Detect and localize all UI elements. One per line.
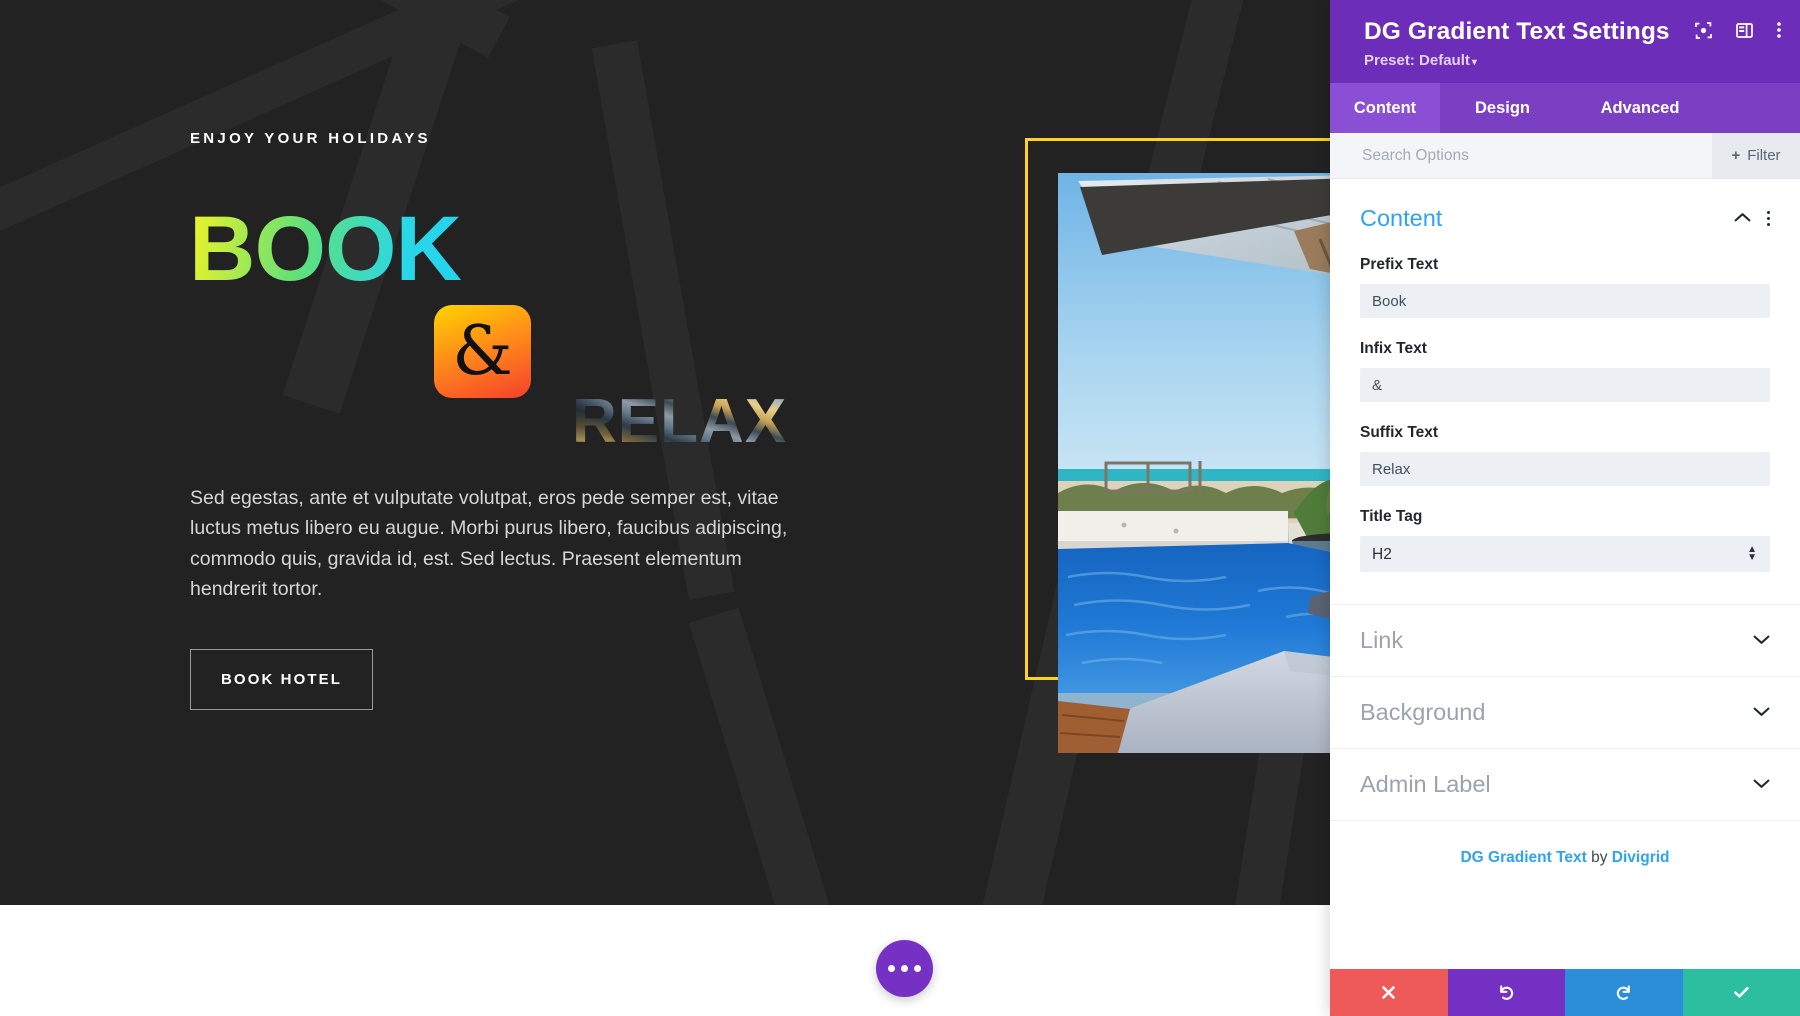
- more-vertical-icon[interactable]: [1767, 211, 1770, 226]
- tab-content[interactable]: Content: [1330, 83, 1440, 133]
- field-infix-text: Infix Text: [1360, 340, 1770, 402]
- search-row: + Filter: [1330, 133, 1800, 179]
- section-background[interactable]: Background: [1330, 676, 1800, 748]
- prefix-text-input[interactable]: [1360, 284, 1770, 318]
- title-tag-select-wrap: H1H2H3H4H5H6 ▲▼: [1360, 536, 1770, 572]
- ellipsis-icon[interactable]: [876, 940, 933, 997]
- focus-target-icon[interactable]: [1694, 21, 1713, 40]
- app-root: ENJOY YOUR HOLIDAYS BOOK & RELAX Sed ege…: [0, 0, 1800, 1016]
- field-infix-text-label: Infix Text: [1360, 340, 1427, 357]
- section-content-header: Content: [1360, 205, 1770, 232]
- search-input[interactable]: [1330, 133, 1712, 178]
- chevron-down-icon: ▾: [1471, 57, 1477, 68]
- more-vertical-icon[interactable]: [1776, 20, 1782, 40]
- gradient-title-infix: &: [434, 305, 531, 398]
- section-admin-label[interactable]: Admin Label: [1330, 748, 1800, 820]
- cancel-button[interactable]: [1330, 969, 1448, 1016]
- field-prefix-text-label: Prefix Text: [1360, 256, 1439, 273]
- panel-preset-label: Preset: Default: [1364, 52, 1470, 69]
- layout-panel-icon[interactable]: [1735, 21, 1754, 40]
- panel-body[interactable]: Content Prefix Text Book Infix Text & Su…: [1330, 179, 1800, 969]
- chevron-down-icon[interactable]: [1753, 704, 1770, 722]
- book-hotel-button[interactable]: BOOK HOTEL: [190, 648, 373, 710]
- fab-dot: [901, 965, 908, 972]
- field-title-tag: Title Tag H1H2H3H4H5H6 ▲▼: [1360, 508, 1770, 572]
- chevron-down-icon[interactable]: [1753, 776, 1770, 794]
- chevron-down-icon[interactable]: [1753, 632, 1770, 650]
- section-content-controls: [1734, 210, 1770, 228]
- panel-header-icons: [1694, 20, 1782, 40]
- undo-button[interactable]: [1447, 969, 1565, 1016]
- gradient-title-prefix: BOOK: [189, 198, 462, 300]
- section-content: Content Prefix Text Book Infix Text & Su…: [1330, 179, 1800, 604]
- module-settings-panel: DG Gradient Text Settings Preset: Defaul…: [1330, 0, 1800, 1016]
- fab-dot: [914, 965, 921, 972]
- tab-advanced[interactable]: Advanced: [1565, 83, 1715, 133]
- save-button[interactable]: [1682, 969, 1800, 1016]
- credit-vendor-link[interactable]: Divigrid: [1612, 849, 1670, 866]
- section-link[interactable]: Link: [1330, 604, 1800, 676]
- panel-preset-selector[interactable]: Preset: Default ▾: [1364, 52, 1778, 69]
- suffix-text-input[interactable]: [1360, 452, 1770, 486]
- panel-credit: DG Gradient Text by Divigrid: [1330, 820, 1800, 867]
- field-prefix-text: Prefix Text: [1360, 256, 1770, 318]
- field-title-tag-label: Title Tag: [1360, 508, 1423, 525]
- gradient-title-suffix: RELAX: [572, 387, 788, 456]
- plus-icon: +: [1731, 147, 1741, 164]
- fab-dot: [888, 965, 895, 972]
- redo-button[interactable]: [1565, 969, 1683, 1016]
- section-content-title: Content: [1360, 205, 1443, 231]
- credit-module-link[interactable]: DG Gradient Text: [1460, 849, 1586, 866]
- hero-eyebrow: ENJOY YOUR HOLIDAYS: [190, 130, 431, 147]
- field-suffix-text-label: Suffix Text: [1360, 424, 1439, 441]
- credit-by-text: by: [1586, 849, 1612, 866]
- filter-button-label: Filter: [1747, 147, 1781, 164]
- tab-design[interactable]: Design: [1440, 83, 1565, 133]
- section-background-title: Background: [1360, 699, 1486, 725]
- hero-paragraph: Sed egestas, ante et vulputate volutpat,…: [190, 487, 788, 601]
- section-admin-label-title: Admin Label: [1360, 771, 1491, 797]
- panel-footer: [1330, 969, 1800, 1016]
- title-tag-select[interactable]: H1H2H3H4H5H6: [1360, 536, 1770, 572]
- panel-tabs: Content Design Advanced: [1330, 83, 1800, 133]
- infix-text-input[interactable]: [1360, 368, 1770, 402]
- hero-text-column: ENJOY YOUR HOLIDAYS BOOK & RELAX Sed ege…: [189, 130, 870, 710]
- filter-button[interactable]: + Filter: [1712, 133, 1800, 178]
- section-link-title: Link: [1360, 627, 1404, 653]
- chevron-up-icon[interactable]: [1734, 210, 1751, 228]
- panel-header: DG Gradient Text Settings Preset: Defaul…: [1330, 0, 1800, 83]
- gradient-text-module: BOOK & RELAX: [189, 173, 870, 473]
- field-suffix-text: Suffix Text: [1360, 424, 1770, 486]
